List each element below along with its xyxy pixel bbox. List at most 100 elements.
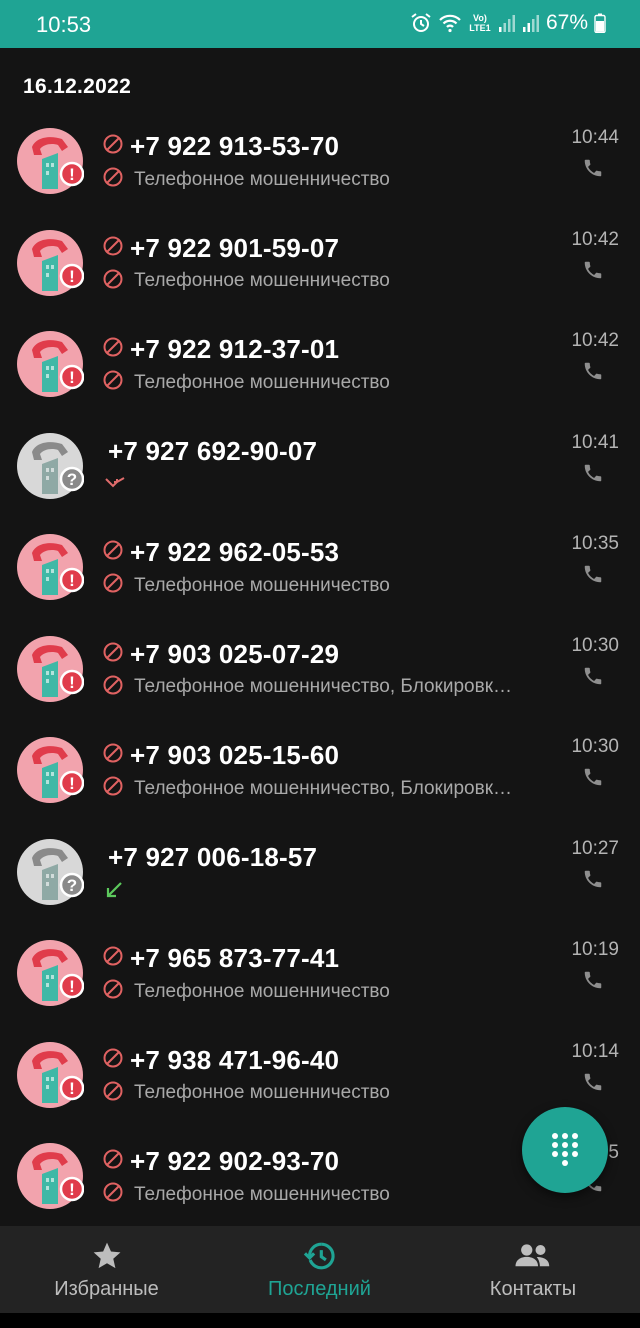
missed-call-icon (104, 474, 126, 495)
call-time: 10:30 (571, 736, 619, 757)
fraud-avatar-icon[interactable]: ! (16, 1041, 84, 1109)
call-name-line: +7 927 692-90-07 (102, 436, 317, 467)
call-label: Телефонное мошенничество (134, 270, 390, 291)
fraud-avatar-icon[interactable]: ! (16, 736, 84, 804)
call-label-line: Телефонное мошенничество (102, 572, 552, 599)
call-time: 10:14 (571, 1040, 619, 1062)
call-direction-line (104, 474, 554, 495)
phone-number: +7 927 692-90-07 (108, 435, 318, 466)
call-back-phone-icon[interactable] (582, 868, 604, 890)
call-back-phone-icon[interactable] (582, 563, 604, 585)
dialpad-icon (552, 1133, 578, 1166)
call-time: 10:35 (571, 533, 619, 554)
fraud-avatar-icon[interactable]: ! (16, 635, 84, 703)
nav-tab-favorites[interactable]: Избранные (0, 1226, 213, 1313)
svg-text:!: ! (69, 1180, 75, 1199)
fraud-avatar-icon[interactable]: ! (16, 939, 84, 1007)
call-row[interactable]: ? +7 927 006-18-57 10:27 (0, 822, 640, 924)
call-row[interactable]: ! +7 965 873-77-41 Телефонное мошенничеств… (0, 923, 640, 1025)
call-direction-line (104, 880, 554, 905)
blocked-icon (102, 742, 124, 769)
fraud-avatar-icon[interactable]: ! (16, 1142, 84, 1210)
call-row[interactable]: ! +7 922 912-37-01 Телефонное мошенничеств… (0, 314, 640, 416)
blocked-icon (102, 1181, 124, 1208)
signal-icon (498, 13, 516, 33)
dialpad-button[interactable] (522, 1107, 608, 1193)
call-back-phone-icon[interactable] (582, 1071, 604, 1093)
status-icons: Vo) LTE1 67% (410, 11, 606, 35)
phone-number: +7 938 471-96-40 (130, 1044, 340, 1075)
blocked-icon (102, 166, 124, 193)
call-label: Телефонное мошенничество (134, 1183, 390, 1205)
status-bar: 10:53 Vo) LTE1 67% (0, 0, 640, 48)
call-row[interactable]: ! +7 922 962-05-53 Телефонное мошенничеств… (0, 517, 640, 619)
call-label: Телефонное мошенничество (134, 371, 390, 393)
blocked-icon (102, 978, 124, 1005)
blocked-icon (102, 1047, 124, 1074)
bottom-navigation: Избранные Последний Контакты (0, 1226, 640, 1313)
phone-number: +7 922 912-37-01 (130, 334, 340, 364)
call-back-phone-icon[interactable] (582, 462, 604, 484)
call-time: 10:44 (571, 127, 619, 148)
unknown-caller-avatar-icon[interactable]: ? (16, 432, 84, 500)
call-label: Телефонное мошенничество (134, 574, 390, 596)
phone-number: +7 965 873-77-41 (130, 943, 340, 973)
call-back-phone-icon[interactable] (582, 969, 604, 991)
fraud-avatar-icon[interactable]: ! (16, 533, 84, 601)
call-label-line: Телефонное мошенничество (102, 369, 552, 396)
fraud-avatar-icon[interactable]: ! (16, 330, 84, 398)
svg-text:?: ? (67, 876, 77, 895)
call-back-phone-icon[interactable] (582, 766, 604, 788)
call-time: 10:30 (571, 634, 619, 656)
nav-tab-recent[interactable]: Последний (213, 1226, 426, 1313)
call-row[interactable]: ! +7 922 913-53-70 Телефонное мошенничеств… (0, 111, 640, 213)
signal-icon (522, 13, 540, 33)
history-icon (303, 1240, 337, 1277)
call-time: 10:19 (571, 939, 619, 960)
call-back-phone-icon[interactable] (582, 665, 604, 687)
call-label-line: Телефонное мошенничество, Блокировк… (102, 775, 552, 802)
call-label: Телефонное мошенничество (134, 168, 390, 190)
nav-tab-contacts[interactable]: Контакты (426, 1226, 640, 1313)
unknown-caller-avatar-icon[interactable]: ? (16, 838, 84, 906)
call-row[interactable]: ? +7 927 692-90-07 10:41 (0, 416, 640, 518)
blocked-icon (102, 268, 124, 295)
call-time: 10:27 (571, 837, 619, 859)
call-label-line: Телефонное мошенничество (102, 1181, 552, 1208)
svg-text:!: ! (69, 1079, 75, 1098)
fraud-avatar-icon[interactable]: ! (16, 127, 84, 195)
call-name-line: +7 922 913-53-70 (102, 131, 339, 162)
call-row[interactable]: ! +7 922 901-59-07 Телефонное мошенничеств… (0, 213, 640, 315)
blocked-icon (102, 775, 124, 802)
phone-number: +7 922 901-59-07 (130, 232, 340, 263)
svg-text:!: ! (69, 673, 75, 692)
svg-text:!: ! (69, 774, 75, 793)
call-label: Телефонное мошенничество (134, 1082, 390, 1103)
svg-text:!: ! (69, 977, 75, 996)
call-label-line: Телефонное мошенничество, Блокировк… (102, 674, 552, 701)
fraud-avatar-icon[interactable]: ! (16, 229, 84, 297)
alarm-icon (410, 12, 432, 34)
call-label: Телефонное мошенничество (134, 980, 390, 1002)
blocked-icon (102, 572, 124, 599)
call-row[interactable]: ! +7 903 025-07-29 Телефонное мошенничеств… (0, 619, 640, 721)
svg-text:!: ! (69, 571, 75, 590)
call-row[interactable]: ! +7 903 025-15-60 Телефонное мошенничеств… (0, 720, 640, 822)
call-back-phone-icon[interactable] (582, 157, 604, 179)
blocked-icon (102, 945, 124, 972)
call-back-phone-icon[interactable] (582, 259, 604, 281)
call-name-line: +7 922 962-05-53 (102, 537, 339, 568)
network-label: Vo) LTE1 (469, 13, 491, 33)
blocked-icon (102, 539, 124, 566)
blocked-icon (102, 1080, 124, 1107)
svg-text:?: ? (67, 470, 77, 489)
call-label-line: Телефонное мошенничество (102, 166, 552, 193)
call-row[interactable]: ! +7 938 471-96-40 Телефонное мошенничеств… (0, 1025, 640, 1127)
call-back-phone-icon[interactable] (582, 360, 604, 382)
phone-number: +7 922 913-53-70 (130, 131, 340, 161)
blocked-icon (102, 641, 124, 668)
battery-icon (594, 13, 606, 33)
call-log-list[interactable]: ! +7 922 913-53-70 Телефонное мошенничеств… (0, 111, 640, 1226)
status-time: 10:53 (36, 12, 92, 37)
call-name-line: +7 927 006-18-57 (102, 842, 317, 873)
